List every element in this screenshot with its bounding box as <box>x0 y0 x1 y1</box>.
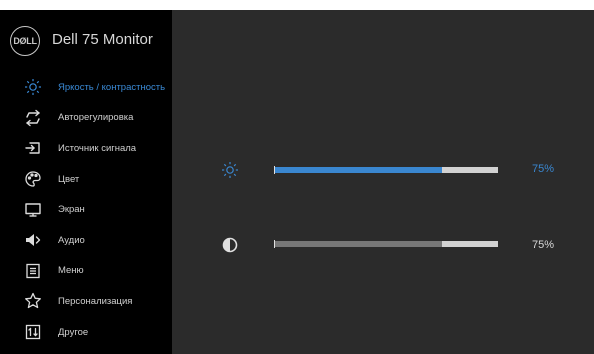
sidebar: DØLL Dell 75 Monitor Яркость / контрастн… <box>0 10 172 354</box>
brightness-slider-fill <box>274 167 442 173</box>
brightness-slider[interactable] <box>274 166 498 174</box>
contrast-slider-tick <box>274 240 275 248</box>
menu-item-input-source[interactable]: Источник сигнала <box>0 133 172 164</box>
menu-item-label: Меню <box>58 265 84 277</box>
menu-item-brightness-contrast[interactable]: Яркость / контрастность <box>0 72 172 103</box>
content-panel: 75% 75% <box>172 10 594 354</box>
display-icon <box>24 201 42 219</box>
brightness-icon <box>221 161 239 179</box>
brightness-value: 75% <box>532 163 555 175</box>
color-palette-icon <box>24 170 42 188</box>
star-icon <box>24 292 42 310</box>
dell-logo: DØLL <box>10 26 40 56</box>
menu-item-other[interactable]: Другое <box>0 317 172 348</box>
menu-icon <box>24 262 42 280</box>
menu-item-label: Яркость / контрастность <box>58 81 166 93</box>
osd-header: DØLL Dell 75 Monitor <box>0 10 172 70</box>
menu-item-label: Авторегулировка <box>58 112 134 124</box>
contrast-slider-fill <box>274 241 442 247</box>
other-settings-icon <box>24 323 42 341</box>
menu-item-label: Другое <box>58 326 89 338</box>
monitor-title: Dell 75 Monitor <box>52 31 153 48</box>
input-source-icon <box>24 139 42 157</box>
speaker-icon <box>24 231 42 249</box>
menu-item-label: Экран <box>58 204 85 216</box>
osd-menu: Яркость / контрастность Авторегулировка <box>0 72 172 347</box>
menu-item-audio[interactable]: Аудио <box>0 225 172 256</box>
menu-item-menu[interactable]: Меню <box>0 256 172 287</box>
monitor-osd: DØLL Dell 75 Monitor Яркость / контрастн… <box>0 10 594 354</box>
contrast-icon <box>221 236 239 254</box>
menu-item-label: Персонализация <box>58 295 133 307</box>
menu-item-color[interactable]: Цвет <box>0 164 172 195</box>
brightness-slider-tick <box>274 166 275 174</box>
menu-item-label: Аудио <box>58 234 85 246</box>
menu-item-auto-adjust[interactable]: Авторегулировка <box>0 103 172 134</box>
contrast-slider[interactable] <box>274 240 498 248</box>
menu-item-display[interactable]: Экран <box>0 194 172 225</box>
menu-item-label: Цвет <box>58 173 80 185</box>
menu-item-label: Источник сигнала <box>58 142 137 154</box>
brightness-icon <box>24 78 42 96</box>
contrast-value: 75% <box>532 239 555 251</box>
auto-adjust-icon <box>24 109 42 127</box>
menu-item-personalize[interactable]: Персонализация <box>0 286 172 317</box>
